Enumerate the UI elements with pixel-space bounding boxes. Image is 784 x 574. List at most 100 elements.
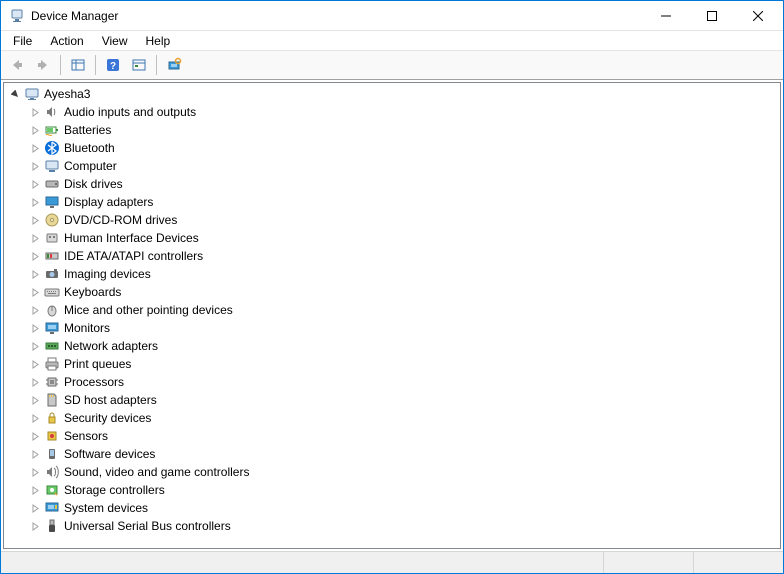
toolbar-forward-button[interactable] [31,53,55,77]
tree-category-row[interactable]: Software devices [4,445,780,463]
tree-category-label: Universal Serial Bus controllers [64,519,231,533]
expander-closed-icon[interactable] [28,339,42,353]
tree-category-row[interactable]: Batteries [4,121,780,139]
tree-category-row[interactable]: Universal Serial Bus controllers [4,517,780,535]
speaker-icon [44,104,60,120]
menu-help[interactable]: Help [138,32,179,50]
tree-category-label: Sensors [64,429,108,443]
tree-category-row[interactable]: DVD/CD-ROM drives [4,211,780,229]
expander-closed-icon[interactable] [28,483,42,497]
status-fill [1,552,603,573]
expander-closed-icon[interactable] [28,123,42,137]
network-icon [44,338,60,354]
tree-category-row[interactable]: Security devices [4,409,780,427]
expander-closed-icon[interactable] [28,321,42,335]
printer-icon [44,356,60,372]
expander-closed-icon[interactable] [28,303,42,317]
tree-category-label: Security devices [64,411,151,425]
expander-closed-icon[interactable] [28,393,42,407]
expander-closed-icon[interactable] [28,249,42,263]
tree-category-row[interactable]: Disk drives [4,175,780,193]
tree-category-row[interactable]: Display adapters [4,193,780,211]
bluetooth-icon [44,140,60,156]
toolbar-separator [95,55,96,75]
tree-category-label: Storage controllers [64,483,165,497]
tree-category-row[interactable]: Mice and other pointing devices [4,301,780,319]
tree-category-row[interactable]: Human Interface Devices [4,229,780,247]
expander-closed-icon[interactable] [28,501,42,515]
minimize-button[interactable] [643,1,689,30]
expander-closed-icon[interactable] [28,447,42,461]
toolbar-console-tree-button[interactable] [66,53,90,77]
tree-category-label: Disk drives [64,177,123,191]
tree-category-row[interactable]: SD host adapters [4,391,780,409]
software-icon [44,446,60,462]
toolbar-back-button[interactable] [5,53,29,77]
tree-category-row[interactable]: Audio inputs and outputs [4,103,780,121]
computer-root-icon [24,86,40,102]
display-icon [44,194,60,210]
tree-category-row[interactable]: Monitors [4,319,780,337]
tree-category-row[interactable]: Storage controllers [4,481,780,499]
tree-category-row[interactable]: Network adapters [4,337,780,355]
toolbar-help-button[interactable]: ? [101,53,125,77]
sd-icon [44,392,60,408]
tree-category-row[interactable]: Bluetooth [4,139,780,157]
expander-closed-icon[interactable] [28,357,42,371]
toolbar: ? [1,51,783,80]
computer-icon [44,158,60,174]
menu-action[interactable]: Action [42,32,91,50]
expander-closed-icon[interactable] [28,465,42,479]
tree-category-row[interactable]: Print queues [4,355,780,373]
expander-closed-icon[interactable] [28,285,42,299]
tree-category-row[interactable]: Sound, video and game controllers [4,463,780,481]
processor-icon [44,374,60,390]
tree-root-label: Ayesha3 [44,87,90,101]
expander-closed-icon[interactable] [28,231,42,245]
tree-category-row[interactable]: System devices [4,499,780,517]
expander-closed-icon[interactable] [28,411,42,425]
close-button[interactable] [735,1,781,30]
tree-category-row[interactable]: Sensors [4,427,780,445]
tree-category-row[interactable]: Processors [4,373,780,391]
window-title: Device Manager [31,9,643,23]
menubar: File Action View Help [1,31,783,51]
expander-closed-icon[interactable] [28,105,42,119]
expander-closed-icon[interactable] [28,429,42,443]
tree-category-label: System devices [64,501,148,515]
tree-category-label: Mice and other pointing devices [64,303,233,317]
toolbar-separator [60,55,61,75]
device-tree[interactable]: Ayesha3 Audio inputs and outputsBatterie… [3,82,781,549]
mouse-icon [44,302,60,318]
toolbar-properties-button[interactable] [127,53,151,77]
toolbar-scan-hardware-button[interactable] [162,53,186,77]
expander-closed-icon[interactable] [28,375,42,389]
tree-category-label: Monitors [64,321,110,335]
sensor-icon [44,428,60,444]
battery-icon [44,122,60,138]
tree-category-row[interactable]: Keyboards [4,283,780,301]
usb-icon [44,518,60,534]
expander-open-icon[interactable] [8,87,22,101]
expander-closed-icon[interactable] [28,195,42,209]
tree-category-row[interactable]: IDE ATA/ATAPI controllers [4,247,780,265]
menu-view[interactable]: View [94,32,136,50]
tree-category-label: DVD/CD-ROM drives [64,213,177,227]
expander-closed-icon[interactable] [28,141,42,155]
expander-closed-icon[interactable] [28,177,42,191]
maximize-button[interactable] [689,1,735,30]
expander-closed-icon[interactable] [28,159,42,173]
tree-category-label: Computer [64,159,117,173]
tree-category-row[interactable]: Imaging devices [4,265,780,283]
expander-closed-icon[interactable] [28,519,42,533]
monitor-icon [44,320,60,336]
svg-text:?: ? [110,61,116,72]
expander-closed-icon[interactable] [28,267,42,281]
tree-category-label: Network adapters [64,339,158,353]
menu-file[interactable]: File [5,32,40,50]
tree-category-row[interactable]: Computer [4,157,780,175]
status-cell [603,552,693,573]
statusbar [1,551,783,573]
expander-closed-icon[interactable] [28,213,42,227]
tree-root-row[interactable]: Ayesha3 [4,85,780,103]
